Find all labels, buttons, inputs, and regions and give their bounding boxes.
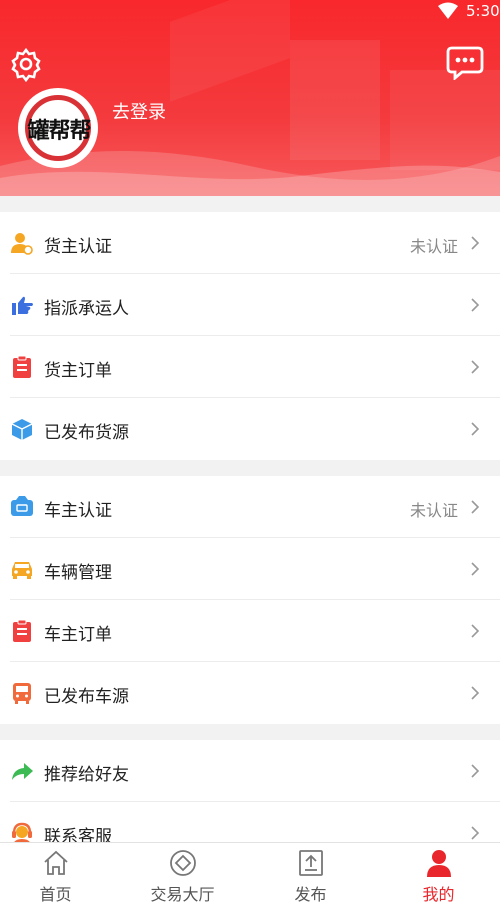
menu-item-published-cargo[interactable]: 已发布货源	[0, 398, 500, 460]
tab-publish[interactable]: 发布	[248, 843, 373, 904]
menu-item-label: 车辆管理	[44, 563, 112, 583]
tab-label: 交易大厅	[150, 885, 215, 904]
upload-icon	[299, 850, 323, 876]
message-button[interactable]	[446, 46, 484, 82]
app-logo: 罐帮帮	[27, 119, 91, 144]
chevron-right-icon	[471, 500, 480, 514]
settings-button[interactable]	[8, 46, 44, 83]
vehicle-owner-section: 车主认证 未认证 车辆管理 车主订单 已发布车源	[0, 476, 500, 724]
menu-item-label: 货主认证	[44, 237, 112, 257]
gear-icon	[11, 47, 41, 83]
menu-item-recommend-friends[interactable]: 推荐给好友	[0, 740, 500, 802]
tab-trade-hall[interactable]: 交易大厅	[120, 843, 245, 904]
menu-item-label: 已发布货源	[44, 423, 129, 443]
menu-item-assign-carrier[interactable]: 指派承运人	[0, 274, 500, 336]
profile-icon	[427, 850, 451, 877]
wifi-icon	[438, 2, 458, 19]
certification-status: 未认证	[409, 237, 458, 256]
home-icon	[44, 850, 68, 875]
chevron-right-icon	[471, 422, 480, 436]
chevron-right-icon	[471, 686, 480, 700]
chevron-right-icon	[471, 624, 480, 638]
trade-hall-icon	[170, 850, 196, 876]
menu-item-label: 已发布车源	[44, 687, 129, 707]
headset-icon	[12, 822, 32, 842]
menu-item-shipper-certification[interactable]: 货主认证 未认证	[0, 212, 500, 274]
person-badge-icon	[11, 233, 33, 255]
tab-label: 首页	[39, 885, 72, 904]
clipboard-icon	[13, 355, 31, 378]
avatar[interactable]: 罐帮帮	[18, 88, 98, 168]
status-bar: 5:30	[0, 0, 500, 24]
status-time: 5:30	[466, 2, 500, 20]
chevron-right-icon	[471, 360, 480, 374]
menu-item-label: 车主认证	[44, 501, 112, 521]
chevron-right-icon	[471, 236, 480, 250]
menu-item-contact-support[interactable]: 联系客服	[0, 802, 500, 842]
menu-item-label: 车主订单	[44, 625, 112, 645]
tab-label: 发布	[294, 885, 327, 904]
tab-mine[interactable]: 我的	[376, 843, 500, 904]
certification-status: 未认证	[409, 501, 458, 520]
menu-item-label: 货主订单	[44, 361, 112, 381]
chevron-right-icon	[471, 562, 480, 576]
menu-item-label: 指派承运人	[44, 299, 129, 319]
menu-item-label: 推荐给好友	[44, 765, 129, 785]
bus-icon	[13, 683, 31, 704]
chevron-right-icon	[471, 826, 480, 840]
bottom-tab-bar: 首页 交易大厅 发布 我的	[0, 842, 500, 904]
menu-item-published-vehicles[interactable]: 已发布车源	[0, 662, 500, 724]
chat-bubble-icon	[446, 46, 484, 82]
share-arrow-icon	[12, 763, 33, 780]
menu-item-owner-orders[interactable]: 车主订单	[0, 600, 500, 662]
chevron-right-icon	[471, 764, 480, 778]
tab-label: 我的	[422, 885, 455, 904]
shipper-section: 货主认证 未认证 指派承运人 货主订单 已发布货源	[0, 212, 500, 460]
license-card-icon	[11, 496, 33, 516]
profile-header: 5:30 罐帮帮 去登录	[0, 0, 500, 196]
pointing-hand-icon	[12, 296, 33, 315]
chevron-right-icon	[471, 298, 480, 312]
package-icon	[11, 419, 33, 440]
menu-item-label: 联系客服	[44, 827, 112, 842]
car-icon	[12, 562, 32, 579]
tab-home[interactable]: 首页	[0, 843, 118, 904]
menu-item-shipper-orders[interactable]: 货主订单	[0, 336, 500, 398]
clipboard-icon	[13, 619, 31, 642]
menu-item-vehicle-management[interactable]: 车辆管理	[0, 538, 500, 600]
menu-item-owner-certification[interactable]: 车主认证 未认证	[0, 476, 500, 538]
login-link[interactable]: 去登录	[112, 98, 166, 124]
misc-section: 推荐给好友 联系客服	[0, 740, 500, 842]
